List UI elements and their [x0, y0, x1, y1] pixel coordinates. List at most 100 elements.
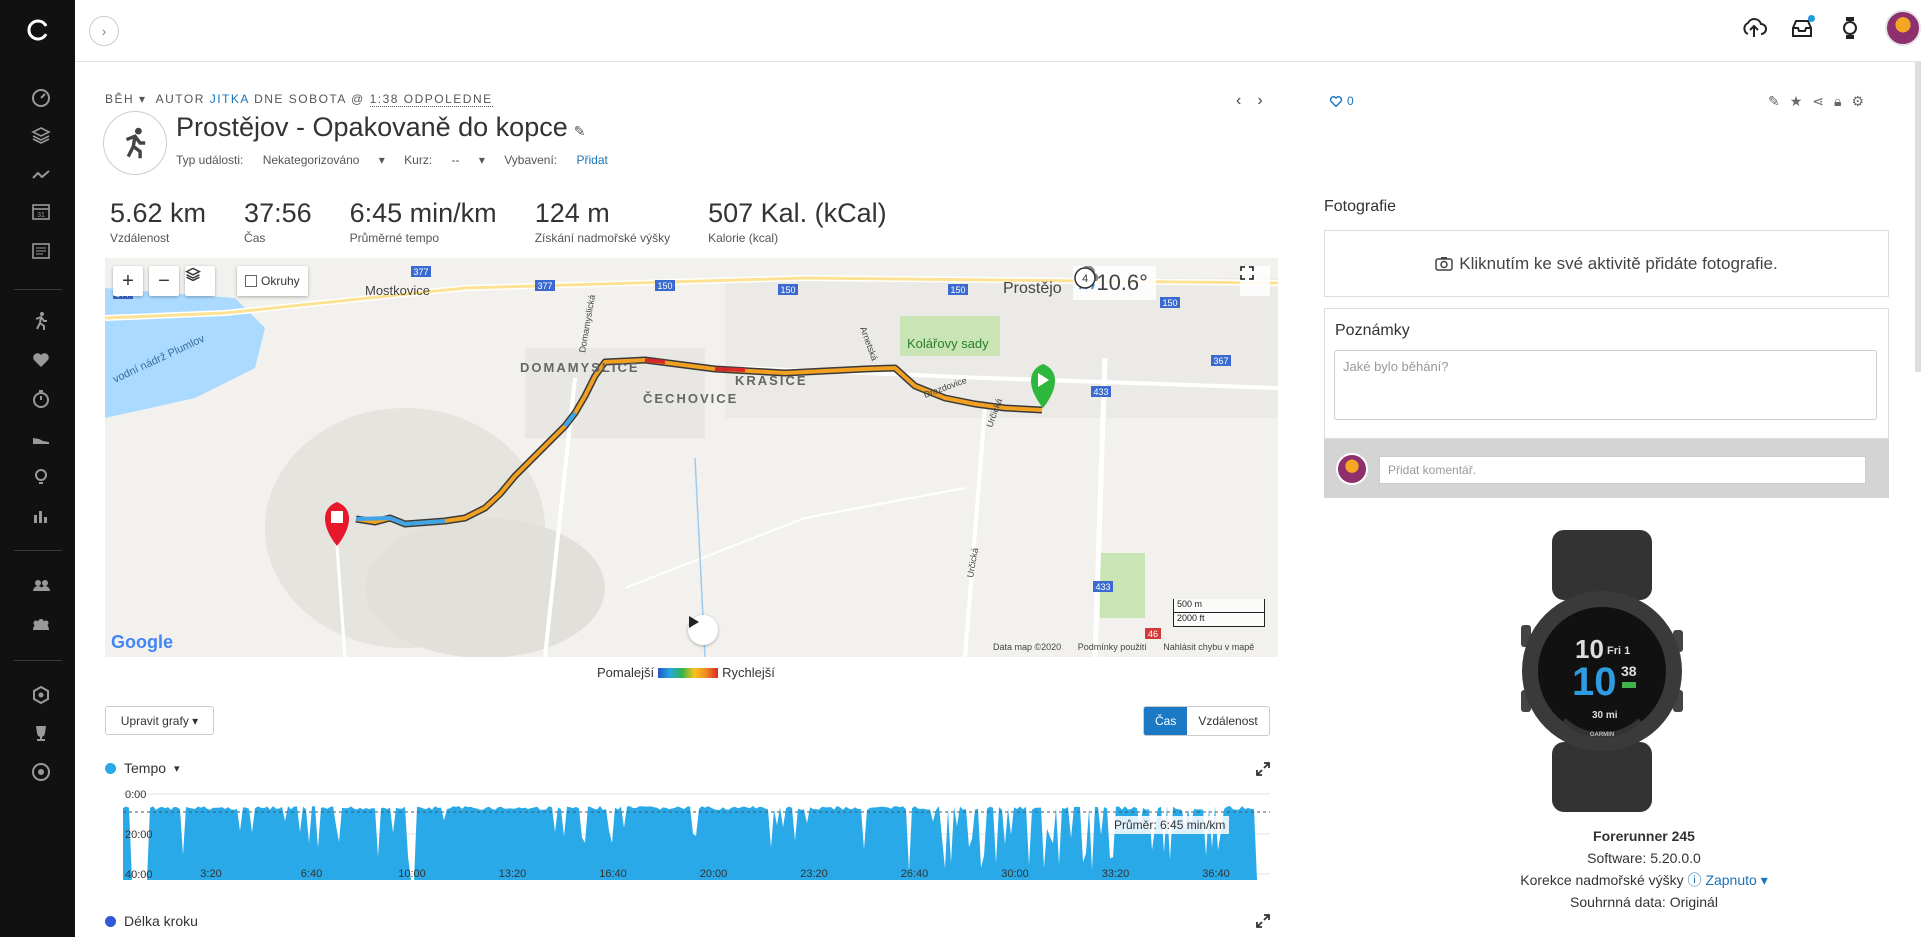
- road-shield: 150: [780, 285, 795, 295]
- distance-axis-button[interactable]: Vzdálenost: [1187, 707, 1268, 735]
- activity-trend-icon[interactable]: [30, 164, 52, 186]
- watch-icon[interactable]: [1837, 15, 1863, 41]
- event-type-value[interactable]: Nekategorizováno: [263, 153, 360, 167]
- upload-icon[interactable]: [1741, 15, 1767, 41]
- y-tick-label: 20:00: [125, 829, 153, 841]
- scale-feet: 2000 ft: [1173, 613, 1265, 627]
- course-value[interactable]: --: [452, 153, 460, 167]
- map-layers-button[interactable]: [185, 266, 215, 296]
- author-link[interactable]: JITKA: [210, 92, 250, 106]
- groups-icon[interactable]: [30, 613, 52, 635]
- lightbulb-icon[interactable]: [30, 466, 52, 488]
- stat-label: Vzdálenost: [110, 231, 170, 245]
- laps-checkbox[interactable]: [245, 275, 257, 287]
- road-shield: 433: [1093, 387, 1108, 397]
- stride-chart-title[interactable]: Délka kroku: [105, 913, 198, 929]
- x-tick-label: 16:40: [599, 868, 627, 880]
- photos-heading: Fotografie: [1324, 198, 1397, 215]
- activity-type[interactable]: BĚH: [105, 92, 134, 106]
- running-activity-icon: [103, 111, 167, 175]
- pace-chart-canvas[interactable]: 0:00 20:00 40:00 3:20 6:40 10:00 13:20 16:40 20…: [105, 788, 1278, 880]
- caret-down-icon[interactable]: ▾: [1757, 872, 1768, 888]
- activity-time[interactable]: 1:38 ODPOLEDNE: [369, 92, 493, 107]
- watch-big-time: 10: [1572, 660, 1617, 704]
- road-shield: 433: [1095, 582, 1110, 592]
- star-icon[interactable]: ★: [1790, 93, 1803, 110]
- heart-icon[interactable]: [30, 349, 52, 371]
- share-icon[interactable]: ⋖: [1812, 93, 1824, 110]
- pace-chart-title[interactable]: Tempo ▾: [105, 760, 180, 776]
- comment-input[interactable]: Přidat komentář.: [1379, 456, 1866, 484]
- target-icon[interactable]: [30, 761, 52, 783]
- previous-activity-icon[interactable]: ‹: [1236, 92, 1257, 109]
- like-button[interactable]: 0: [1329, 94, 1354, 108]
- shoe-icon[interactable]: [30, 428, 52, 450]
- event-type[interactable]: Typ události: Nekategorizováno ▾: [176, 153, 385, 167]
- add-gear-link[interactable]: Přidat: [576, 153, 607, 167]
- bar-chart-icon[interactable]: [30, 505, 52, 527]
- map-scale: 500 m 2000 ft: [1173, 599, 1265, 627]
- help-icon[interactable]: ⓘ: [1688, 872, 1702, 888]
- road-shield: 367: [1213, 356, 1228, 366]
- caret-down-icon[interactable]: ▾: [139, 92, 147, 106]
- map-fullscreen-button[interactable]: [1240, 266, 1270, 296]
- add-photos-box[interactable]: Kliknutím ke své aktivitě přidáte fotogr…: [1324, 230, 1889, 297]
- map-terms-link[interactable]: Podmínky použití: [1078, 642, 1147, 652]
- badge-icon[interactable]: [30, 684, 52, 706]
- garmin-connect-logo[interactable]: [26, 18, 50, 42]
- zoom-out-button[interactable]: −: [149, 266, 179, 296]
- device-info: Forerunner 245 Software: 5.20.0.0 Korekc…: [1324, 825, 1921, 913]
- weather-widget[interactable]: ‹ 10.6° 4: [1073, 266, 1156, 300]
- elev-corr-value[interactable]: Zapnuto: [1705, 872, 1756, 888]
- road-shield: 46: [1148, 629, 1158, 639]
- x-axis-toggle: Čas Vzdálenost: [1143, 706, 1270, 736]
- caret-down-icon[interactable]: ▾: [174, 762, 180, 775]
- calendar-day: 31: [37, 212, 45, 219]
- expand-sidebar-button[interactable]: ›: [89, 16, 119, 46]
- gear-icon[interactable]: ⚙: [1851, 93, 1864, 110]
- legend-fast: Rychlejší: [722, 665, 775, 680]
- zoom-in-button[interactable]: +: [113, 266, 143, 296]
- road-shield: 150: [950, 285, 965, 295]
- connections-icon[interactable]: [30, 574, 52, 596]
- place-label: Prostějo: [1003, 280, 1062, 297]
- activity-meta: Typ události: Nekategorizováno ▾ Kurz: -…: [176, 153, 640, 167]
- sidebar-divider: [14, 550, 62, 551]
- map-canvas[interactable]: Mostkovice DOMAMYSLICE ČECHOVICE KRASICE…: [105, 258, 1278, 657]
- running-figure-icon[interactable]: [30, 310, 52, 332]
- news-icon[interactable]: [30, 240, 52, 262]
- elev-corr-label: Korekce nadmořské výšky: [1520, 872, 1684, 888]
- pace-chart-label: Tempo: [124, 760, 167, 776]
- time-axis-button[interactable]: Čas: [1144, 707, 1188, 735]
- stat-value: 124 m: [534, 198, 610, 228]
- avatar[interactable]: [1885, 10, 1921, 46]
- pace-chart[interactable]: 0:00 20:00 40:00 3:20 6:40 10:00 13:20 16:40 20…: [105, 788, 1278, 880]
- place-label: DOMAMYSLICE: [520, 360, 640, 375]
- stride-series-dot: [105, 915, 116, 927]
- next-activity-icon[interactable]: ›: [1257, 92, 1278, 109]
- notes-textarea[interactable]: Jaké bylo běhání?: [1334, 350, 1877, 420]
- inbox-icon[interactable]: [1789, 15, 1815, 41]
- calendar-icon[interactable]: 31: [30, 200, 52, 222]
- layers-icon[interactable]: [30, 124, 52, 146]
- stopwatch-icon[interactable]: [30, 388, 52, 410]
- pace-color-legend: Pomalejší Rychlejší: [597, 665, 775, 680]
- lock-icon[interactable]: 🔒︎: [1834, 93, 1841, 110]
- edit-title-icon[interactable]: ✎: [574, 123, 586, 139]
- expand-chart-icon[interactable]: [1256, 914, 1270, 928]
- page-scrollbar[interactable]: [1915, 62, 1921, 372]
- activity-title: Prostějov - Opakovaně do kopce ✎: [176, 112, 585, 143]
- laps-toggle[interactable]: Okruhy: [237, 266, 308, 296]
- edit-icon[interactable]: ✎: [1768, 93, 1780, 110]
- activity-title-text[interactable]: Prostějov - Opakovaně do kopce: [176, 112, 568, 142]
- stat-value: 37:56: [244, 198, 312, 228]
- edit-charts-button[interactable]: Upravit grafy ▾: [105, 706, 214, 735]
- trophy-icon[interactable]: [30, 722, 52, 744]
- street-label: Určická: [965, 547, 980, 578]
- course[interactable]: Kurz: -- ▾: [404, 153, 485, 167]
- playback-button[interactable]: [688, 615, 718, 645]
- map-report-link[interactable]: Nahlásit chybu v mapě: [1163, 642, 1254, 652]
- route-map[interactable]: Mostkovice DOMAMYSLICE ČECHOVICE KRASICE…: [105, 258, 1278, 657]
- dashboard-icon[interactable]: [30, 86, 52, 108]
- expand-chart-icon[interactable]: [1256, 762, 1270, 776]
